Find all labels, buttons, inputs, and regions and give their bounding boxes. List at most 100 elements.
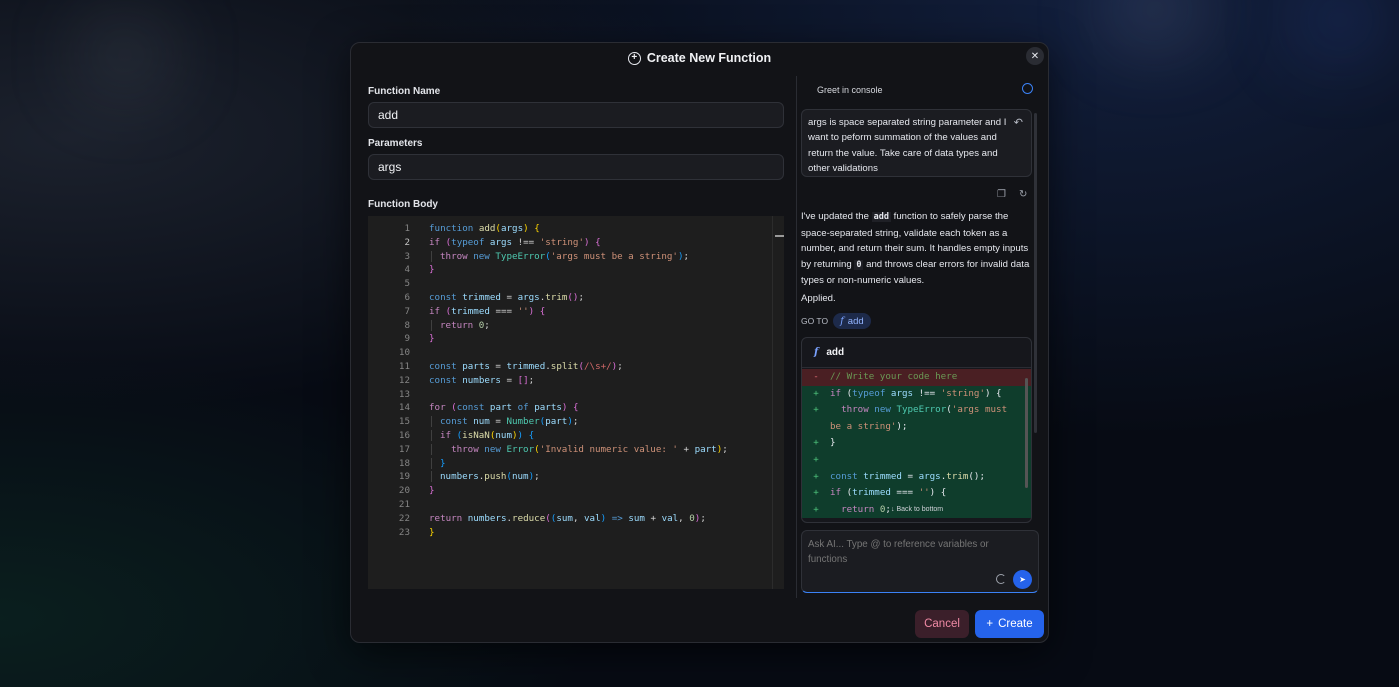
diff-line-added: + const trimmed = args.trim(); <box>802 468 1031 486</box>
code-line: 5 <box>368 277 728 291</box>
chat-scrollbar[interactable] <box>1034 113 1037 433</box>
line-number: 11 <box>398 360 410 372</box>
line-number: 22 <box>398 512 410 524</box>
diff-card-header[interactable]: f add <box>802 338 1031 368</box>
code-line: 11 const parts = trimmed.split(/\s+/); <box>368 360 728 374</box>
back-to-bottom-button[interactable]: ↓ Back to bottom <box>891 506 943 513</box>
code-line: 4} <box>368 263 728 277</box>
code-line: 22 return numbers.reduce((sum, val) => su… <box>368 512 728 526</box>
function-icon: f <box>840 315 844 327</box>
line-number: 13 <box>398 388 410 400</box>
line-number: 14 <box>398 402 410 414</box>
diff-title: add <box>826 347 845 358</box>
history-icon[interactable] <box>1022 83 1033 94</box>
code-line: 19 numbers.push(num); <box>368 470 728 484</box>
ask-ai-input[interactable] <box>801 530 1039 593</box>
diff-line-added: + <box>802 451 1031 469</box>
plus-circle-icon: + <box>627 51 641 65</box>
plus-icon: + <box>986 618 994 630</box>
line-number: 17 <box>398 443 410 455</box>
line-number: 19 <box>398 471 410 483</box>
code-line: 7 if (trimmed === '') { <box>368 305 728 319</box>
editor-overview-mark <box>775 235 784 237</box>
create-function-modal: + Create New Function ✕ Function Name ad… <box>350 42 1049 643</box>
code-line: 8 return 0; <box>368 319 728 333</box>
code-editor[interactable]: 1 function add(args) { 2 if (typeof args !… <box>368 216 784 589</box>
code-line: 16 if (isNaN(num)) { <box>368 429 728 443</box>
code-line: 2 if (typeof args !== 'string') { <box>368 236 728 250</box>
user-message-text: args is space separated string parameter… <box>808 117 1007 174</box>
diff-line-removed: -// Write your code here <box>802 369 1031 386</box>
goto-function-chip[interactable]: f add <box>833 313 871 329</box>
panel-divider <box>796 76 797 598</box>
parameters-label: Parameters <box>368 138 423 149</box>
line-number: 12 <box>398 374 410 386</box>
goto-label: GO TO <box>801 316 829 326</box>
user-message: args is space separated string parameter… <box>801 109 1032 177</box>
line-number: 1 <box>404 223 410 234</box>
ai-message-text: I've updated the <box>801 211 872 222</box>
loading-spinner-icon <box>996 574 1006 584</box>
function-name-input[interactable]: add <box>368 102 784 128</box>
diff-line-added: + if (typeof args !== 'string') { <box>802 385 1031 403</box>
code-line: 1 function add(args) { <box>368 222 728 236</box>
diff-line-added: be a string'); <box>802 418 1031 436</box>
code-line: 17 throw new Error('Invalid numeric valu… <box>368 443 728 457</box>
code-line: 13 <box>368 388 728 402</box>
diff-line-added: + if (trimmed === '') { <box>802 485 1031 502</box>
line-number: 20 <box>398 485 410 497</box>
send-button[interactable]: ➤ <box>1013 570 1032 589</box>
line-number: 5 <box>404 278 410 290</box>
code-line: 14 for (const part of parts) { <box>368 401 728 415</box>
line-number: 4 <box>404 264 410 276</box>
line-number: 18 <box>398 457 410 469</box>
line-number: 3 <box>404 250 410 262</box>
diff-body: -// Write your code here + if (typeof arg… <box>802 369 1031 522</box>
copy-icon[interactable]: ❐ <box>997 189 1006 200</box>
goto-row: GO TO f add <box>801 313 871 329</box>
inline-code: add <box>871 212 892 222</box>
editor-scrollbar[interactable] <box>772 216 784 589</box>
function-name-label: Function Name <box>368 86 441 97</box>
code-line: 3 throw new TypeError('args must be a str… <box>368 250 728 264</box>
parameters-input[interactable]: args <box>368 154 784 180</box>
modal-title: + Create New Function <box>351 50 1048 66</box>
close-icon: ✕ <box>1030 50 1040 62</box>
diff-scrollbar[interactable] <box>1025 378 1028 488</box>
cancel-button[interactable]: Cancel <box>915 610 969 638</box>
diff-line-added: + throw new TypeError('args must <box>802 402 1031 419</box>
undo-icon[interactable]: ↶ <box>1014 116 1023 131</box>
diff-card: f add -// Write your code here + if (type… <box>801 337 1032 523</box>
line-number: 8 <box>404 319 410 331</box>
create-button[interactable]: + Create <box>975 610 1044 638</box>
line-number: 23 <box>398 526 410 538</box>
function-body-label: Function Body <box>368 199 438 210</box>
line-number: 6 <box>404 291 410 303</box>
code-line: 20} <box>368 484 728 498</box>
code-lines: 1 function add(args) { 2 if (typeof args !… <box>368 222 728 539</box>
code-line: 21 <box>368 498 728 512</box>
goto-chip-label: add <box>847 315 864 327</box>
function-icon: f <box>814 347 819 358</box>
line-number: 21 <box>398 498 410 510</box>
code-line: 15 const num = Number(part); <box>368 415 728 429</box>
applied-status: Applied. <box>801 293 836 304</box>
ai-message: I've updated the add function to safely … <box>801 209 1033 289</box>
chat-header-title: Greet in console <box>817 85 883 95</box>
diff-line-added: +} <box>802 435 1031 452</box>
line-number: 10 <box>398 347 410 359</box>
line-number: 2 <box>404 236 410 248</box>
code-line: 18} <box>368 457 728 471</box>
line-number: 16 <box>398 429 410 441</box>
create-button-label: Create <box>998 618 1033 630</box>
refresh-icon[interactable]: ↻ <box>1019 189 1027 200</box>
code-line: 10 <box>368 346 728 360</box>
line-number: 7 <box>404 305 410 317</box>
code-line: 9} <box>368 332 728 346</box>
code-line: 12 const numbers = []; <box>368 374 728 388</box>
line-number: 9 <box>404 333 410 345</box>
close-button[interactable]: ✕ <box>1026 47 1044 65</box>
send-icon: ➤ <box>1019 575 1026 584</box>
code-line: 23} <box>368 526 728 540</box>
code-line: 6 const trimmed = args.trim(); <box>368 291 728 305</box>
